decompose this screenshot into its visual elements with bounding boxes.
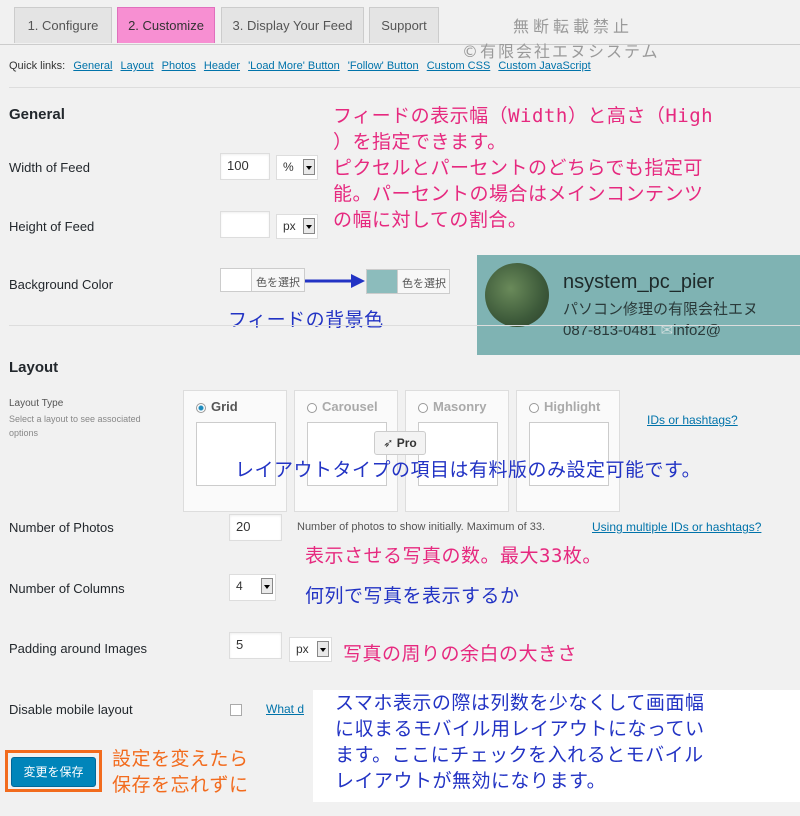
tab-configure[interactable]: 1. Configure <box>14 7 112 43</box>
annotation-general: フィードの表示幅（Width）と高さ（High ）を指定できます。 ピクセルとパ… <box>333 103 713 233</box>
color-swatch-selected <box>367 270 398 293</box>
layout-type-label: Layout Type <box>9 398 64 409</box>
height-unit-value: px <box>283 219 296 233</box>
color-picker-label: 色を選択 <box>256 277 300 289</box>
layout-option-label: Highlight <box>544 399 601 414</box>
tab-display-feed[interactable]: 3. Display Your Feed <box>221 7 364 43</box>
width-unit-value: % <box>283 160 294 174</box>
annotation-line: 能。パーセントの場合はメインコンテンツ <box>333 183 704 205</box>
quick-link-general[interactable]: General <box>73 60 112 72</box>
layout-option-highlight[interactable]: Highlight <box>516 390 620 512</box>
number-of-columns-select[interactable]: 4 <box>229 574 276 601</box>
chevron-down-icon <box>303 218 315 234</box>
number-of-photos-help: Number of photos to show initially. Maxi… <box>297 521 546 533</box>
arrow-icon <box>305 274 365 288</box>
annotation-photos: 表示させる写真の数。最大33枚。 <box>305 545 602 567</box>
rocket-icon: ➶ <box>383 436 394 450</box>
annotation-line: ます。ここにチェックを入れるとモバイル <box>335 744 704 766</box>
annotation-columns: 何列で写真を表示するか <box>305 585 520 607</box>
padding-label: Padding around Images <box>9 641 148 656</box>
annotation-save: 設定を変えたら 保存を忘れずに <box>112 746 249 798</box>
color-picker-label-selected: 色を選択 <box>402 278 446 290</box>
quick-link-custom-js[interactable]: Custom JavaScript <box>498 60 590 72</box>
quick-links: Quick links: General Layout Photos Heade… <box>9 60 591 72</box>
chevron-down-icon <box>317 641 329 657</box>
padding-unit-value: px <box>296 642 309 656</box>
annotation-line: に収まるモバイル用レイアウトになってい <box>335 718 705 740</box>
ids-hashtags-link[interactable]: IDs or hashtags? <box>647 413 738 427</box>
quick-link-photos[interactable]: Photos <box>162 60 196 72</box>
annotation-line: ）を指定できます。 <box>333 131 507 153</box>
multiple-ids-link[interactable]: Using multiple IDs or hashtags? <box>592 520 761 534</box>
number-of-columns-label: Number of Columns <box>9 581 125 596</box>
number-of-photos-label: Number of Photos <box>9 520 114 535</box>
radio-icon <box>418 402 428 413</box>
layout-option-label: Masonry <box>433 399 487 414</box>
watermark-line2: ©有限会社エヌシステム <box>462 42 660 61</box>
avatar <box>485 263 549 327</box>
color-picker-button-selected[interactable]: 色を選択 <box>366 269 450 294</box>
watermark-line1: 無断転載禁止 <box>513 17 634 36</box>
number-of-columns-value: 4 <box>236 579 243 593</box>
profile-contact: 087-813-0481 ✉info2@ <box>563 321 721 339</box>
width-input[interactable]: 100 <box>220 153 270 180</box>
width-label: Width of Feed <box>9 160 90 175</box>
annotation-line: フィードの表示幅（Width）と高さ（High <box>333 105 714 127</box>
settings-tabs: 1. Configure 2. Customize 3. Display You… <box>0 0 800 45</box>
color-picker-button[interactable]: 色を選択 <box>220 268 305 292</box>
chevron-down-icon <box>261 578 273 594</box>
section-heading-layout: Layout <box>9 359 59 376</box>
pro-badge-label: Pro <box>396 436 417 450</box>
padding-input[interactable]: 5 <box>229 632 282 659</box>
annotation-layout: レイアウトタイプの項目は有料版のみ設定可能です。 <box>235 459 702 481</box>
quick-link-header[interactable]: Header <box>204 60 240 72</box>
what-does-this-mean-link[interactable]: What d <box>266 702 304 716</box>
annotation-line: 設定を変えたら <box>112 748 249 770</box>
annotation-line: スマホ表示の際は列数を少なくして画面幅 <box>335 692 705 714</box>
pro-badge[interactable]: ➶ Pro <box>374 431 426 455</box>
layout-option-label: Carousel <box>322 399 378 414</box>
tab-customize[interactable]: 2. Customize <box>117 7 215 43</box>
annotation-mobile: スマホ表示の際は列数を少なくして画面幅 に収まるモバイル用レイアウトになってい … <box>313 690 800 802</box>
radio-icon <box>307 402 317 413</box>
chevron-down-icon <box>303 159 315 175</box>
profile-preview: nsystem_pc_pier パソコン修理の有限会社エヌ 087-813-04… <box>477 255 800 355</box>
quick-link-layout[interactable]: Layout <box>121 60 154 72</box>
annotation-line: ピクセルとパーセントのどちらでも指定可 <box>333 157 703 179</box>
disable-mobile-checkbox[interactable] <box>230 704 242 716</box>
disable-mobile-label: Disable mobile layout <box>9 702 133 717</box>
profile-name: nsystem_pc_pier <box>563 271 715 293</box>
annotation-line: 保存を忘れずに <box>112 774 249 796</box>
number-of-photos-input[interactable]: 20 <box>229 514 282 541</box>
height-label: Height of Feed <box>9 219 95 234</box>
width-unit-select[interactable]: % <box>276 155 318 180</box>
divider <box>9 87 800 88</box>
layout-type-help: Select a layout to see associated option… <box>9 414 141 438</box>
quick-link-load-more[interactable]: 'Load More' Button <box>248 60 340 72</box>
annotation-line: レイアウトが無効になります。 <box>335 770 607 792</box>
save-button[interactable]: 変更を保存 <box>11 757 96 787</box>
padding-unit-select[interactable]: px <box>289 637 332 662</box>
height-unit-select[interactable]: px <box>276 214 318 239</box>
divider <box>9 325 800 326</box>
tab-support[interactable]: Support <box>369 7 439 43</box>
radio-icon <box>196 402 206 413</box>
layout-option-label: Grid <box>211 399 238 414</box>
height-input[interactable] <box>220 211 270 238</box>
color-swatch <box>221 269 252 291</box>
radio-icon <box>529 402 539 413</box>
quick-links-label: Quick links: <box>9 60 66 72</box>
profile-company: パソコン修理の有限会社エヌ <box>563 301 759 318</box>
annotation-padding: 写真の周りの余白の大きさ <box>343 643 578 665</box>
section-heading-general: General <box>9 106 65 123</box>
annotation-line: の幅に対しての割合。 <box>333 209 528 231</box>
layout-option-grid[interactable]: Grid <box>183 390 287 512</box>
quick-link-follow[interactable]: 'Follow' Button <box>348 60 419 72</box>
quick-link-custom-css[interactable]: Custom CSS <box>427 60 491 72</box>
annotation-background: フィードの背景色 <box>228 309 384 331</box>
background-color-label: Background Color <box>9 277 114 292</box>
